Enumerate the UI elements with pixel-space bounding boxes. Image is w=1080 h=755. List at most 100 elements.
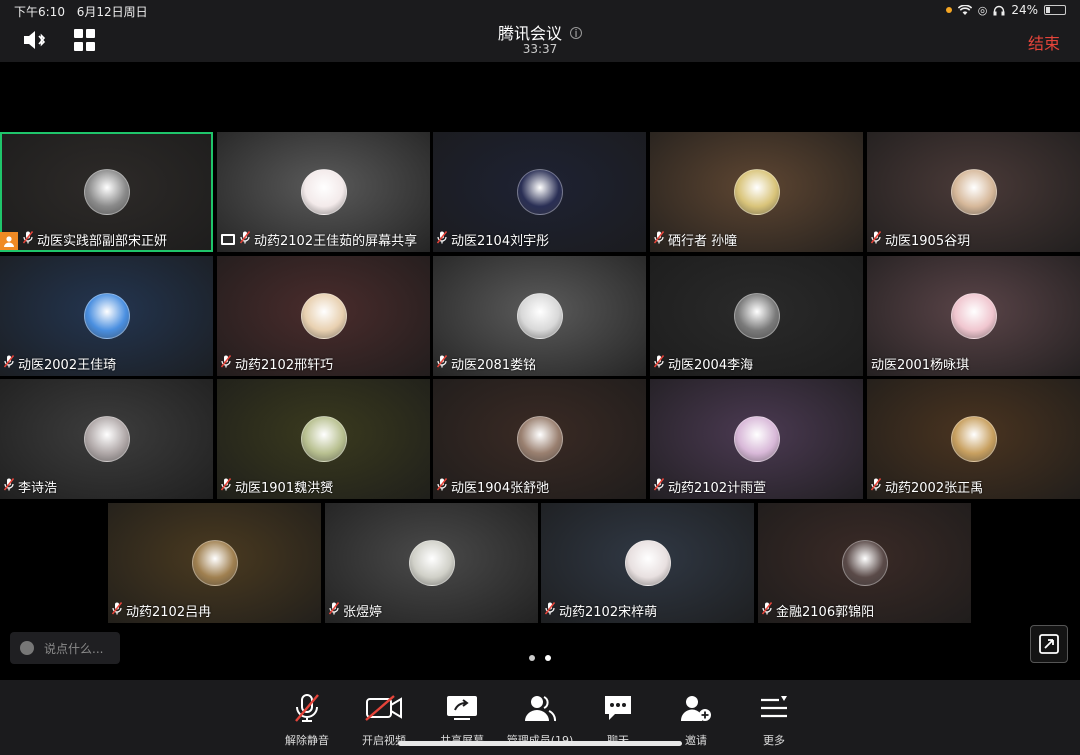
participant-tile[interactable]: 动药2102邢轩巧 bbox=[217, 256, 430, 376]
participant-label: 动药2102王佳茹的屏幕共享 bbox=[221, 230, 417, 249]
info-icon[interactable]: i bbox=[570, 27, 582, 39]
participant-tile[interactable]: 动药2102计雨萱 bbox=[650, 379, 863, 499]
chat-placeholder: 说点什么... bbox=[44, 641, 104, 656]
mic-muted-icon bbox=[4, 478, 18, 495]
participant-name: 动医1905谷玥 bbox=[885, 234, 971, 249]
participant-tile[interactable]: 动医1901魏洪赟 bbox=[217, 379, 430, 499]
more-icon bbox=[732, 692, 816, 724]
page-indicator-dot-active[interactable] bbox=[545, 655, 551, 661]
participant-tile[interactable]: 动医2004李海 bbox=[650, 256, 863, 376]
share-screen-button[interactable]: 共享屏幕 bbox=[420, 692, 504, 748]
participant-tile[interactable]: 李诗浩 bbox=[0, 379, 213, 499]
chat-input[interactable]: 说点什么... bbox=[10, 632, 120, 664]
participant-label: 动药2102邢轩巧 bbox=[221, 354, 333, 373]
participant-avatar bbox=[84, 169, 130, 215]
participant-label: 硒行者 孙曈 bbox=[654, 230, 737, 249]
more-label: 更多 bbox=[763, 734, 785, 747]
participant-name: 动医2002王佳琦 bbox=[18, 358, 117, 373]
participant-avatar bbox=[84, 293, 130, 339]
participant-avatar bbox=[951, 293, 997, 339]
mic-muted-icon bbox=[23, 231, 37, 248]
participant-label: 张煜婷 bbox=[329, 601, 382, 620]
participant-avatar bbox=[409, 540, 455, 586]
participant-label: 动医1905谷玥 bbox=[871, 230, 970, 249]
members-icon bbox=[498, 692, 582, 724]
mic-muted-icon bbox=[265, 692, 349, 724]
participant-label: 动药2102宋梓萌 bbox=[545, 601, 657, 620]
participant-name: 动医2104刘宇彤 bbox=[451, 234, 550, 249]
manage-members-button[interactable]: 管理成员(19) bbox=[498, 692, 582, 748]
participant-tile[interactable]: 动药2002张正禹 bbox=[867, 379, 1080, 499]
participant-tile[interactable]: 动医2002王佳琦 bbox=[0, 256, 213, 376]
participant-avatar bbox=[734, 293, 780, 339]
participant-tile[interactable]: 动医2081娄铭 bbox=[433, 256, 646, 376]
emoji-icon[interactable] bbox=[20, 641, 34, 655]
status-bar: 下午6:10 6月12日周日 ◎ 24% bbox=[0, 0, 1080, 20]
participant-name: 动医1901魏洪赟 bbox=[235, 481, 334, 496]
participant-name: 金融2106郭锦阳 bbox=[776, 605, 875, 620]
participant-label: 动医2002王佳琦 bbox=[4, 354, 116, 373]
participant-avatar bbox=[301, 169, 347, 215]
participant-tile[interactable]: 动药2102王佳茹的屏幕共享 bbox=[217, 132, 430, 252]
participant-tile[interactable]: 动医1905谷玥 bbox=[867, 132, 1080, 252]
participant-tile[interactable]: 动医2104刘宇彤 bbox=[433, 132, 646, 252]
participant-name: 动药2102宋梓萌 bbox=[559, 605, 658, 620]
unmute-button[interactable]: 解除静音 bbox=[265, 692, 349, 748]
participant-name: 动医2001杨咏琪 bbox=[871, 358, 970, 373]
participant-label: 动医实践部副部宋正妍 bbox=[0, 230, 168, 250]
mic-muted-icon bbox=[654, 231, 668, 248]
participant-name: 动药2102邢轩巧 bbox=[235, 358, 334, 373]
participant-avatar bbox=[625, 540, 671, 586]
participant-tile[interactable]: 硒行者 孙曈 bbox=[650, 132, 863, 252]
participant-name: 硒行者 孙曈 bbox=[668, 234, 738, 249]
participant-name: 动医1904张舒弛 bbox=[451, 481, 550, 496]
fullscreen-button[interactable] bbox=[1030, 625, 1068, 663]
participant-avatar bbox=[734, 169, 780, 215]
participant-avatar bbox=[301, 293, 347, 339]
participant-avatar bbox=[842, 540, 888, 586]
chat-icon bbox=[576, 692, 660, 724]
home-indicator[interactable] bbox=[398, 741, 682, 746]
mic-muted-icon bbox=[4, 355, 18, 372]
mic-muted-icon bbox=[871, 478, 885, 495]
wifi-icon bbox=[957, 4, 972, 15]
participant-avatar bbox=[517, 293, 563, 339]
more-button[interactable]: 更多 bbox=[732, 692, 816, 748]
participant-tile[interactable]: 金融2106郭锦阳 bbox=[758, 503, 971, 623]
page-indicator-dot[interactable] bbox=[529, 655, 535, 661]
mic-muted-icon bbox=[545, 602, 559, 619]
screen-share-icon bbox=[221, 234, 235, 245]
location-icon: ◎ bbox=[977, 3, 988, 17]
battery-icon bbox=[1044, 5, 1066, 15]
participant-avatar bbox=[84, 416, 130, 462]
participant-label: 动医1901魏洪赟 bbox=[221, 477, 333, 496]
unmute-label: 解除静音 bbox=[285, 734, 329, 747]
mic-muted-icon bbox=[437, 355, 451, 372]
participant-avatar bbox=[301, 416, 347, 462]
end-meeting-button[interactable]: 结束 bbox=[1028, 30, 1060, 54]
participant-label: 动药2102计雨萱 bbox=[654, 477, 766, 496]
participant-tile[interactable]: 动药2102宋梓萌 bbox=[541, 503, 754, 623]
share-screen-icon bbox=[420, 692, 504, 724]
participant-tile[interactable]: 动医1904张舒弛 bbox=[433, 379, 646, 499]
participant-name: 李诗浩 bbox=[18, 481, 58, 496]
meeting-timer: 33:37 bbox=[522, 42, 558, 56]
start-video-button[interactable]: 开启视频 bbox=[342, 692, 426, 748]
participant-tile[interactable]: 张煜婷 bbox=[325, 503, 538, 623]
participant-label: 动药2102吕冉 bbox=[112, 601, 211, 620]
invite-button[interactable]: 邀请 bbox=[654, 692, 738, 748]
participant-avatar bbox=[517, 169, 563, 215]
participant-tile[interactable]: 动医2001杨咏琪 bbox=[867, 256, 1080, 376]
participant-label: 动医2004李海 bbox=[654, 354, 753, 373]
participant-avatar bbox=[734, 416, 780, 462]
meeting-title[interactable]: 腾讯会议 i bbox=[0, 20, 1080, 44]
participant-label: 动医2104刘宇彤 bbox=[437, 230, 549, 249]
participant-name: 动药2102吕冉 bbox=[126, 605, 212, 620]
expand-icon bbox=[1039, 634, 1059, 654]
participant-tile[interactable]: 动药2102吕冉 bbox=[108, 503, 321, 623]
participant-tile[interactable]: 动医实践部副部宋正妍 bbox=[0, 132, 213, 252]
invite-icon bbox=[654, 692, 738, 724]
participant-label: 李诗浩 bbox=[4, 477, 57, 496]
chat-button[interactable]: 聊天 bbox=[576, 692, 660, 748]
participant-name: 动医实践部副部宋正妍 bbox=[37, 234, 168, 249]
